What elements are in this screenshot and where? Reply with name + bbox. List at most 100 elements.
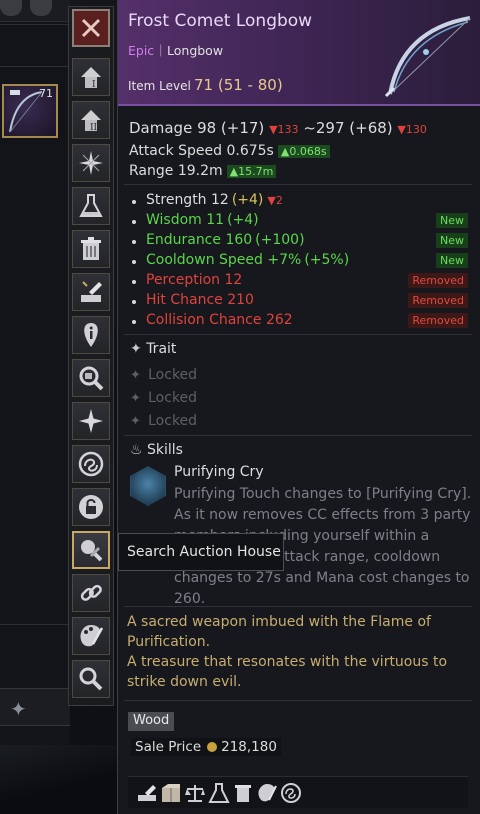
inventory-bottom-bar: ✦ xyxy=(0,688,70,726)
svg-text:II: II xyxy=(90,123,98,133)
item-header: Frost Comet Longbow Epic | Longbow Item … xyxy=(118,0,480,106)
attribute-decrease: ▼2 xyxy=(267,194,283,207)
material-tag: Wood xyxy=(128,712,175,731)
link-button[interactable] xyxy=(72,574,110,612)
section-divider xyxy=(124,184,472,185)
attribute-name: Perception 12 xyxy=(146,272,243,288)
svg-text:I: I xyxy=(92,80,96,90)
item-type: Longbow xyxy=(167,43,224,58)
discard-button[interactable] xyxy=(72,230,110,268)
attribute-bullet xyxy=(132,220,136,224)
attribute-row: Endurance 160 (+100) xyxy=(146,232,305,248)
attribute-bonus: (+5%) xyxy=(304,252,350,268)
swirl-icon[interactable] xyxy=(280,782,302,804)
inventory-divider xyxy=(0,66,70,67)
chain-link-icon xyxy=(80,584,102,601)
damage-max-decrease: ▼130 xyxy=(397,123,427,136)
palette-brush-icon[interactable] xyxy=(256,782,278,804)
star-burst-icon xyxy=(79,151,103,175)
trait-icon: ✦ xyxy=(130,341,142,357)
sale-price-value: 218,180 xyxy=(221,739,277,755)
attribute-bullet xyxy=(132,320,136,324)
new-badge: New xyxy=(436,233,468,248)
flavor-text-1: A sacred weapon imbued with the Flame of… xyxy=(127,614,431,650)
range-value: Range 19.2m xyxy=(129,163,223,179)
search-auction-house-button[interactable] xyxy=(72,531,110,569)
link-swirl-button[interactable] xyxy=(72,445,110,483)
trait-slot-label: Locked xyxy=(148,390,198,406)
inventory-background: 71 ✦ xyxy=(0,0,70,814)
inventory-slot-level: 71 xyxy=(39,87,53,100)
attribute-name: Strength 12 xyxy=(146,192,229,208)
attribute-name: Collision Chance 262 xyxy=(146,312,293,328)
new-badge: New xyxy=(436,253,468,268)
trait-slot-2: ✦ Locked xyxy=(130,390,198,406)
removed-badge: Removed xyxy=(408,293,468,308)
trait-slot-3: ✦ Locked xyxy=(130,413,198,429)
longbow-icon xyxy=(384,16,471,98)
trait-header: ✦ Trait xyxy=(130,341,176,357)
flask-icon[interactable] xyxy=(208,782,230,804)
alchemy-button[interactable] xyxy=(72,187,110,225)
attribute-bullet xyxy=(132,240,136,244)
inventory-item-slot[interactable]: 71 xyxy=(2,84,58,138)
search-button[interactable] xyxy=(72,660,110,698)
craft-button[interactable] xyxy=(72,273,110,311)
attribute-name: Hit Chance 210 xyxy=(146,292,254,308)
compass-star-icon xyxy=(79,409,103,433)
gold-coin-icon xyxy=(207,742,218,752)
game-window: 71 ✦ I II Search Auction House Frost Com… xyxy=(0,0,480,814)
attribute-bullet xyxy=(132,280,136,284)
swirl-icon xyxy=(78,451,104,477)
removed-badge: Removed xyxy=(408,313,468,328)
flavor-text-2: A treasure that resonates with the virtu… xyxy=(127,654,448,690)
inventory-tab-icon[interactable] xyxy=(0,0,22,16)
scales-icon[interactable] xyxy=(184,782,206,804)
dye-button[interactable] xyxy=(72,617,110,655)
inventory-divider xyxy=(0,624,70,625)
close-icon xyxy=(81,18,101,38)
enhance-button[interactable] xyxy=(72,144,110,182)
trait-button[interactable] xyxy=(72,402,110,440)
skills-header: ♨ Skills xyxy=(130,442,183,458)
close-button[interactable] xyxy=(72,9,110,47)
skill-name: Purifying Cry xyxy=(174,464,264,480)
item-level-value: 71 (51 - 80) xyxy=(194,76,283,94)
attribute-row: Collision Chance 262 xyxy=(146,312,293,328)
compass-star-icon[interactable]: ✦ xyxy=(10,697,27,722)
crate-icon[interactable] xyxy=(160,782,182,804)
skills-icon: ♨ xyxy=(130,442,143,458)
attribute-name: Cooldown Speed +7% xyxy=(146,252,302,268)
removed-badge: Removed xyxy=(408,273,468,288)
hammer-anvil-icon[interactable] xyxy=(136,782,158,804)
item-name: Frost Comet Longbow xyxy=(128,11,313,31)
skills-title: Skills xyxy=(147,442,183,458)
attribute-row: Wisdom 11 (+4) xyxy=(146,212,259,228)
attribute-row: Cooldown Speed +7% (+5%) xyxy=(146,252,349,268)
trash-icon[interactable] xyxy=(232,782,254,804)
trait-slot-label: Locked xyxy=(148,367,198,383)
search-item-button[interactable] xyxy=(72,359,110,397)
sale-price: Sale Price 218,180 xyxy=(131,738,281,756)
equip-1-icon: I xyxy=(81,67,101,90)
item-action-toolbar: I II xyxy=(68,6,114,706)
lock-button[interactable] xyxy=(72,488,110,526)
item-level-label: Item Level xyxy=(128,79,191,93)
background-scenery xyxy=(0,745,120,814)
equip-slot-1-button[interactable]: I xyxy=(72,58,110,96)
inventory-top-bar xyxy=(0,0,70,22)
info-button[interactable] xyxy=(72,316,110,354)
search-icon xyxy=(79,667,103,691)
range-stat: Range 19.2m ▲15.7m xyxy=(129,163,277,179)
attack-speed-value: Attack Speed 0.675s xyxy=(129,143,274,159)
attack-speed-increase: ▲0.068s xyxy=(277,145,330,158)
lock-icon xyxy=(79,495,103,519)
damage-min-decrease: ▼133 xyxy=(269,123,299,136)
attribute-bonus: (+4) xyxy=(231,192,264,208)
equip-slot-2-button[interactable]: II xyxy=(72,101,110,139)
inventory-bag-icon[interactable] xyxy=(30,0,52,16)
rarity-separator: | xyxy=(159,43,163,57)
auction-house-tooltip: Search Auction House xyxy=(118,533,284,571)
range-increase: ▲15.7m xyxy=(226,165,277,178)
new-badge: New xyxy=(436,213,468,228)
